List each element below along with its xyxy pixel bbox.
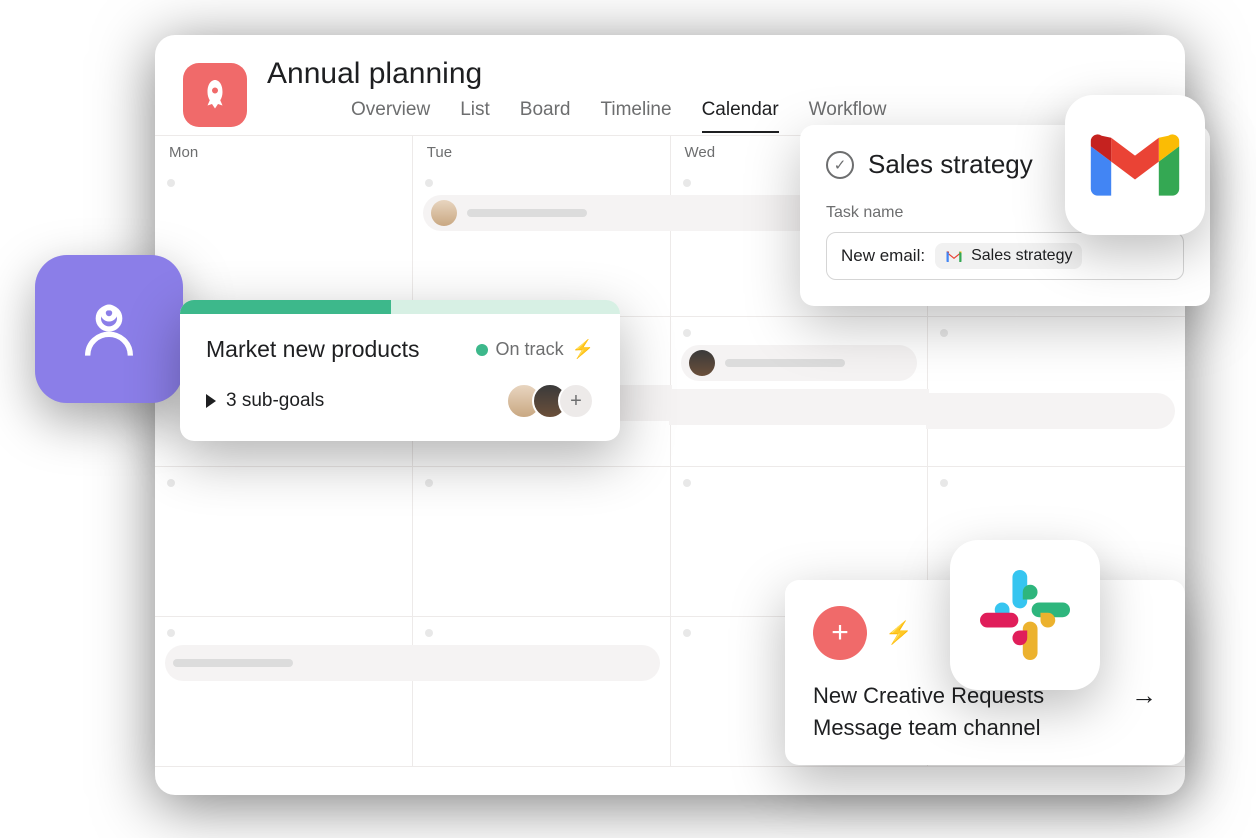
add-member-button[interactable]: + bbox=[558, 383, 594, 419]
progress-bar bbox=[180, 300, 620, 314]
project-title: Annual planning bbox=[267, 57, 886, 91]
goal-title: Market new products bbox=[206, 336, 419, 363]
calendar-col-mon: Mon Kickoff bbox=[155, 136, 413, 767]
email-chip[interactable]: Sales strategy bbox=[935, 243, 1082, 269]
goal-status: On track ⚡ bbox=[476, 339, 594, 360]
avatar-stack: + bbox=[516, 383, 594, 419]
task-bar[interactable] bbox=[681, 345, 918, 381]
calendar-cell[interactable] bbox=[155, 617, 412, 767]
project-header: Annual planning Overview List Board Time… bbox=[155, 35, 1185, 133]
task-title: Sales strategy bbox=[868, 149, 1033, 180]
check-circle-icon[interactable] bbox=[826, 151, 854, 179]
calendar-cell[interactable] bbox=[413, 467, 670, 617]
person-icon bbox=[77, 297, 141, 361]
bolt-icon: ⚡ bbox=[572, 339, 594, 360]
day-header: Mon bbox=[155, 136, 412, 167]
calendar-cell[interactable] bbox=[671, 317, 928, 467]
calendar-cell[interactable] bbox=[155, 467, 412, 617]
task-bar[interactable] bbox=[926, 393, 1175, 429]
project-icon bbox=[183, 63, 247, 127]
slack-icon bbox=[980, 570, 1070, 660]
tab-board[interactable]: Board bbox=[520, 99, 571, 133]
calendar-cell[interactable] bbox=[413, 167, 670, 317]
calendar-cell[interactable] bbox=[413, 617, 670, 767]
bolt-icon: ⚡ bbox=[885, 620, 912, 646]
avatar bbox=[689, 350, 715, 376]
calendar-col-tue: Tue bbox=[413, 136, 671, 767]
gmail-mini-icon bbox=[945, 249, 963, 263]
task-bar[interactable] bbox=[165, 645, 414, 681]
task-bar[interactable] bbox=[669, 389, 930, 425]
calendar-cell[interactable] bbox=[928, 317, 1185, 467]
plus-circle-icon: + bbox=[813, 606, 867, 660]
app-badge-slack bbox=[950, 540, 1100, 690]
tab-list[interactable]: List bbox=[460, 99, 490, 133]
tab-overview[interactable]: Overview bbox=[351, 99, 430, 133]
app-badge-purple bbox=[35, 255, 183, 403]
rocket-icon bbox=[197, 77, 233, 113]
goal-card[interactable]: Market new products On track ⚡ 3 sub-goa… bbox=[180, 300, 620, 441]
gmail-icon bbox=[1090, 131, 1180, 199]
rule-action: Message team channel bbox=[813, 715, 1157, 741]
tab-timeline[interactable]: Timeline bbox=[600, 99, 671, 133]
status-dot-icon bbox=[476, 344, 488, 356]
task-name-input[interactable]: New email: Sales strategy bbox=[826, 232, 1184, 280]
app-badge-gmail bbox=[1065, 95, 1205, 235]
subgoals-toggle[interactable]: 3 sub-goals bbox=[206, 390, 324, 412]
day-header: Tue bbox=[413, 136, 670, 167]
task-bar[interactable] bbox=[423, 195, 672, 231]
task-bar[interactable] bbox=[411, 645, 660, 681]
avatar bbox=[431, 200, 457, 226]
tab-calendar[interactable]: Calendar bbox=[702, 99, 779, 133]
triangle-right-icon bbox=[206, 394, 216, 408]
calendar-cell[interactable] bbox=[155, 167, 412, 317]
arrow-right-icon: → bbox=[1131, 680, 1157, 711]
